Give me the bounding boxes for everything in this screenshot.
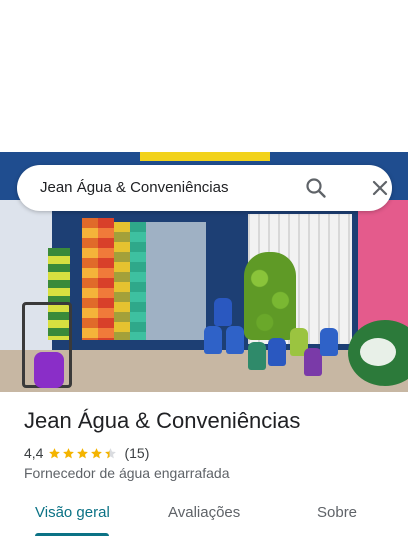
search-icon[interactable]	[304, 176, 328, 200]
star-icon	[91, 447, 103, 458]
star-icon	[105, 447, 117, 458]
tab-overview[interactable]: Visão geral	[35, 504, 110, 521]
rating-row[interactable]: 4,4 (15)	[24, 444, 149, 462]
star-icon	[77, 447, 89, 458]
search-input[interactable]: Jean Água & Conveniências	[40, 179, 228, 196]
tab-about[interactable]: Sobre	[317, 504, 357, 521]
tab-reviews[interactable]: Avaliações	[168, 504, 240, 521]
place-title: Jean Água & Conveniências	[24, 408, 301, 433]
rating-value: 4,4	[24, 445, 44, 461]
star-icon	[63, 447, 75, 458]
search-bar[interactable]: Jean Água & Conveniências	[17, 165, 392, 211]
reviews-count[interactable]: (15)	[124, 445, 149, 461]
close-icon[interactable]	[368, 176, 392, 200]
rating-stars	[48, 447, 118, 460]
place-category: Fornecedor de água engarrafada	[24, 465, 230, 481]
star-icon	[49, 447, 61, 458]
blank-header-area	[0, 0, 408, 152]
tab-bar: Visão geral Avaliações Sobre	[0, 500, 408, 544]
active-tab-indicator	[35, 533, 109, 536]
